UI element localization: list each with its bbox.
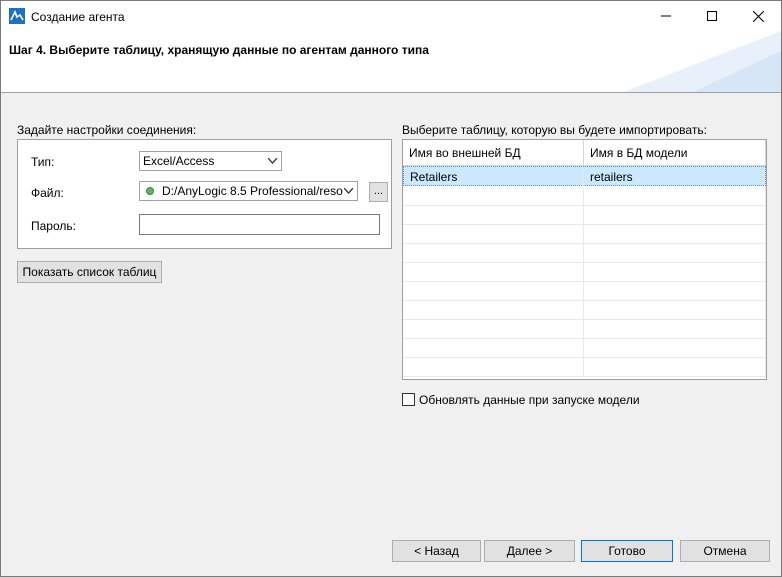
empty-row: [403, 224, 766, 244]
browse-file-button[interactable]: ...: [369, 182, 388, 202]
minimize-button[interactable]: [643, 1, 689, 31]
empty-row: [403, 357, 766, 377]
empty-row: [403, 205, 766, 225]
password-input[interactable]: [139, 214, 380, 235]
table-row[interactable]: Retailers retailers: [403, 166, 766, 186]
title-bar[interactable]: Создание агента: [1, 1, 781, 31]
file-select-value: D:/AnyLogic 8.5 Professional/reso: [162, 184, 343, 198]
cancel-button-label: Отмена: [703, 544, 747, 558]
file-label: Файл:: [31, 186, 64, 200]
type-label: Тип:: [31, 155, 55, 169]
anylogic-logo-icon: [9, 8, 25, 24]
minimize-icon: [661, 15, 671, 17]
column-header-model[interactable]: Имя в БД модели: [584, 140, 766, 166]
close-icon: [752, 10, 764, 22]
refresh-data-checkbox[interactable]: [402, 393, 415, 406]
empty-row: [403, 319, 766, 339]
maximize-button[interactable]: [689, 1, 735, 31]
back-button[interactable]: < Назад: [392, 540, 481, 562]
chevron-down-icon: [344, 188, 353, 194]
maximize-icon: [707, 11, 717, 21]
type-select-value: Excel/Access: [143, 154, 215, 168]
page-title: Шаг 4. Выберите таблицу, хранящую данные…: [9, 43, 429, 57]
table-header: Имя во внешней БД Имя в БД модели: [403, 140, 766, 166]
dialog-window: Создание агента Шаг 4. Выберите таблицу,…: [0, 0, 782, 577]
header-decoration: [623, 31, 781, 92]
column-header-external[interactable]: Имя во внешней БД: [403, 140, 584, 166]
window-title: Создание агента: [31, 10, 125, 24]
tables-grid[interactable]: Имя во внешней БД Имя в БД модели Retail…: [402, 139, 767, 380]
connection-section-label: Задайте настройки соединения:: [17, 123, 197, 137]
finish-button-label: Готово: [608, 544, 646, 558]
cell-external-name: Retailers: [404, 167, 584, 186]
refresh-data-label[interactable]: Обновлять данные при запуске модели: [419, 393, 640, 407]
wizard-header: Шаг 4. Выберите таблицу, хранящую данные…: [1, 31, 781, 93]
next-button[interactable]: Далее >: [484, 540, 575, 562]
chevron-down-icon: [268, 158, 277, 164]
empty-row: [403, 338, 766, 358]
show-tables-button[interactable]: Показать список таблиц: [17, 261, 162, 283]
password-label: Пароль:: [31, 219, 76, 233]
empty-row: [403, 281, 766, 301]
empty-row: [403, 186, 766, 206]
file-select[interactable]: D:/AnyLogic 8.5 Professional/reso: [139, 181, 358, 201]
next-button-label: Далее >: [506, 544, 553, 558]
cell-model-name: retailers: [584, 167, 765, 186]
file-status-icon: [146, 187, 154, 195]
empty-row: [403, 243, 766, 263]
finish-button[interactable]: Готово: [581, 540, 673, 562]
table-section-label: Выберите таблицу, которую вы будете импо…: [402, 123, 707, 137]
back-button-label: < Назад: [414, 544, 459, 558]
empty-row: [403, 300, 766, 320]
cancel-button[interactable]: Отмена: [680, 540, 770, 562]
empty-row: [403, 262, 766, 282]
close-button[interactable]: [735, 1, 781, 31]
type-select[interactable]: Excel/Access: [139, 151, 282, 171]
connection-group: Тип: Excel/Access Файл: D:/AnyLogic 8.5 …: [17, 139, 392, 249]
